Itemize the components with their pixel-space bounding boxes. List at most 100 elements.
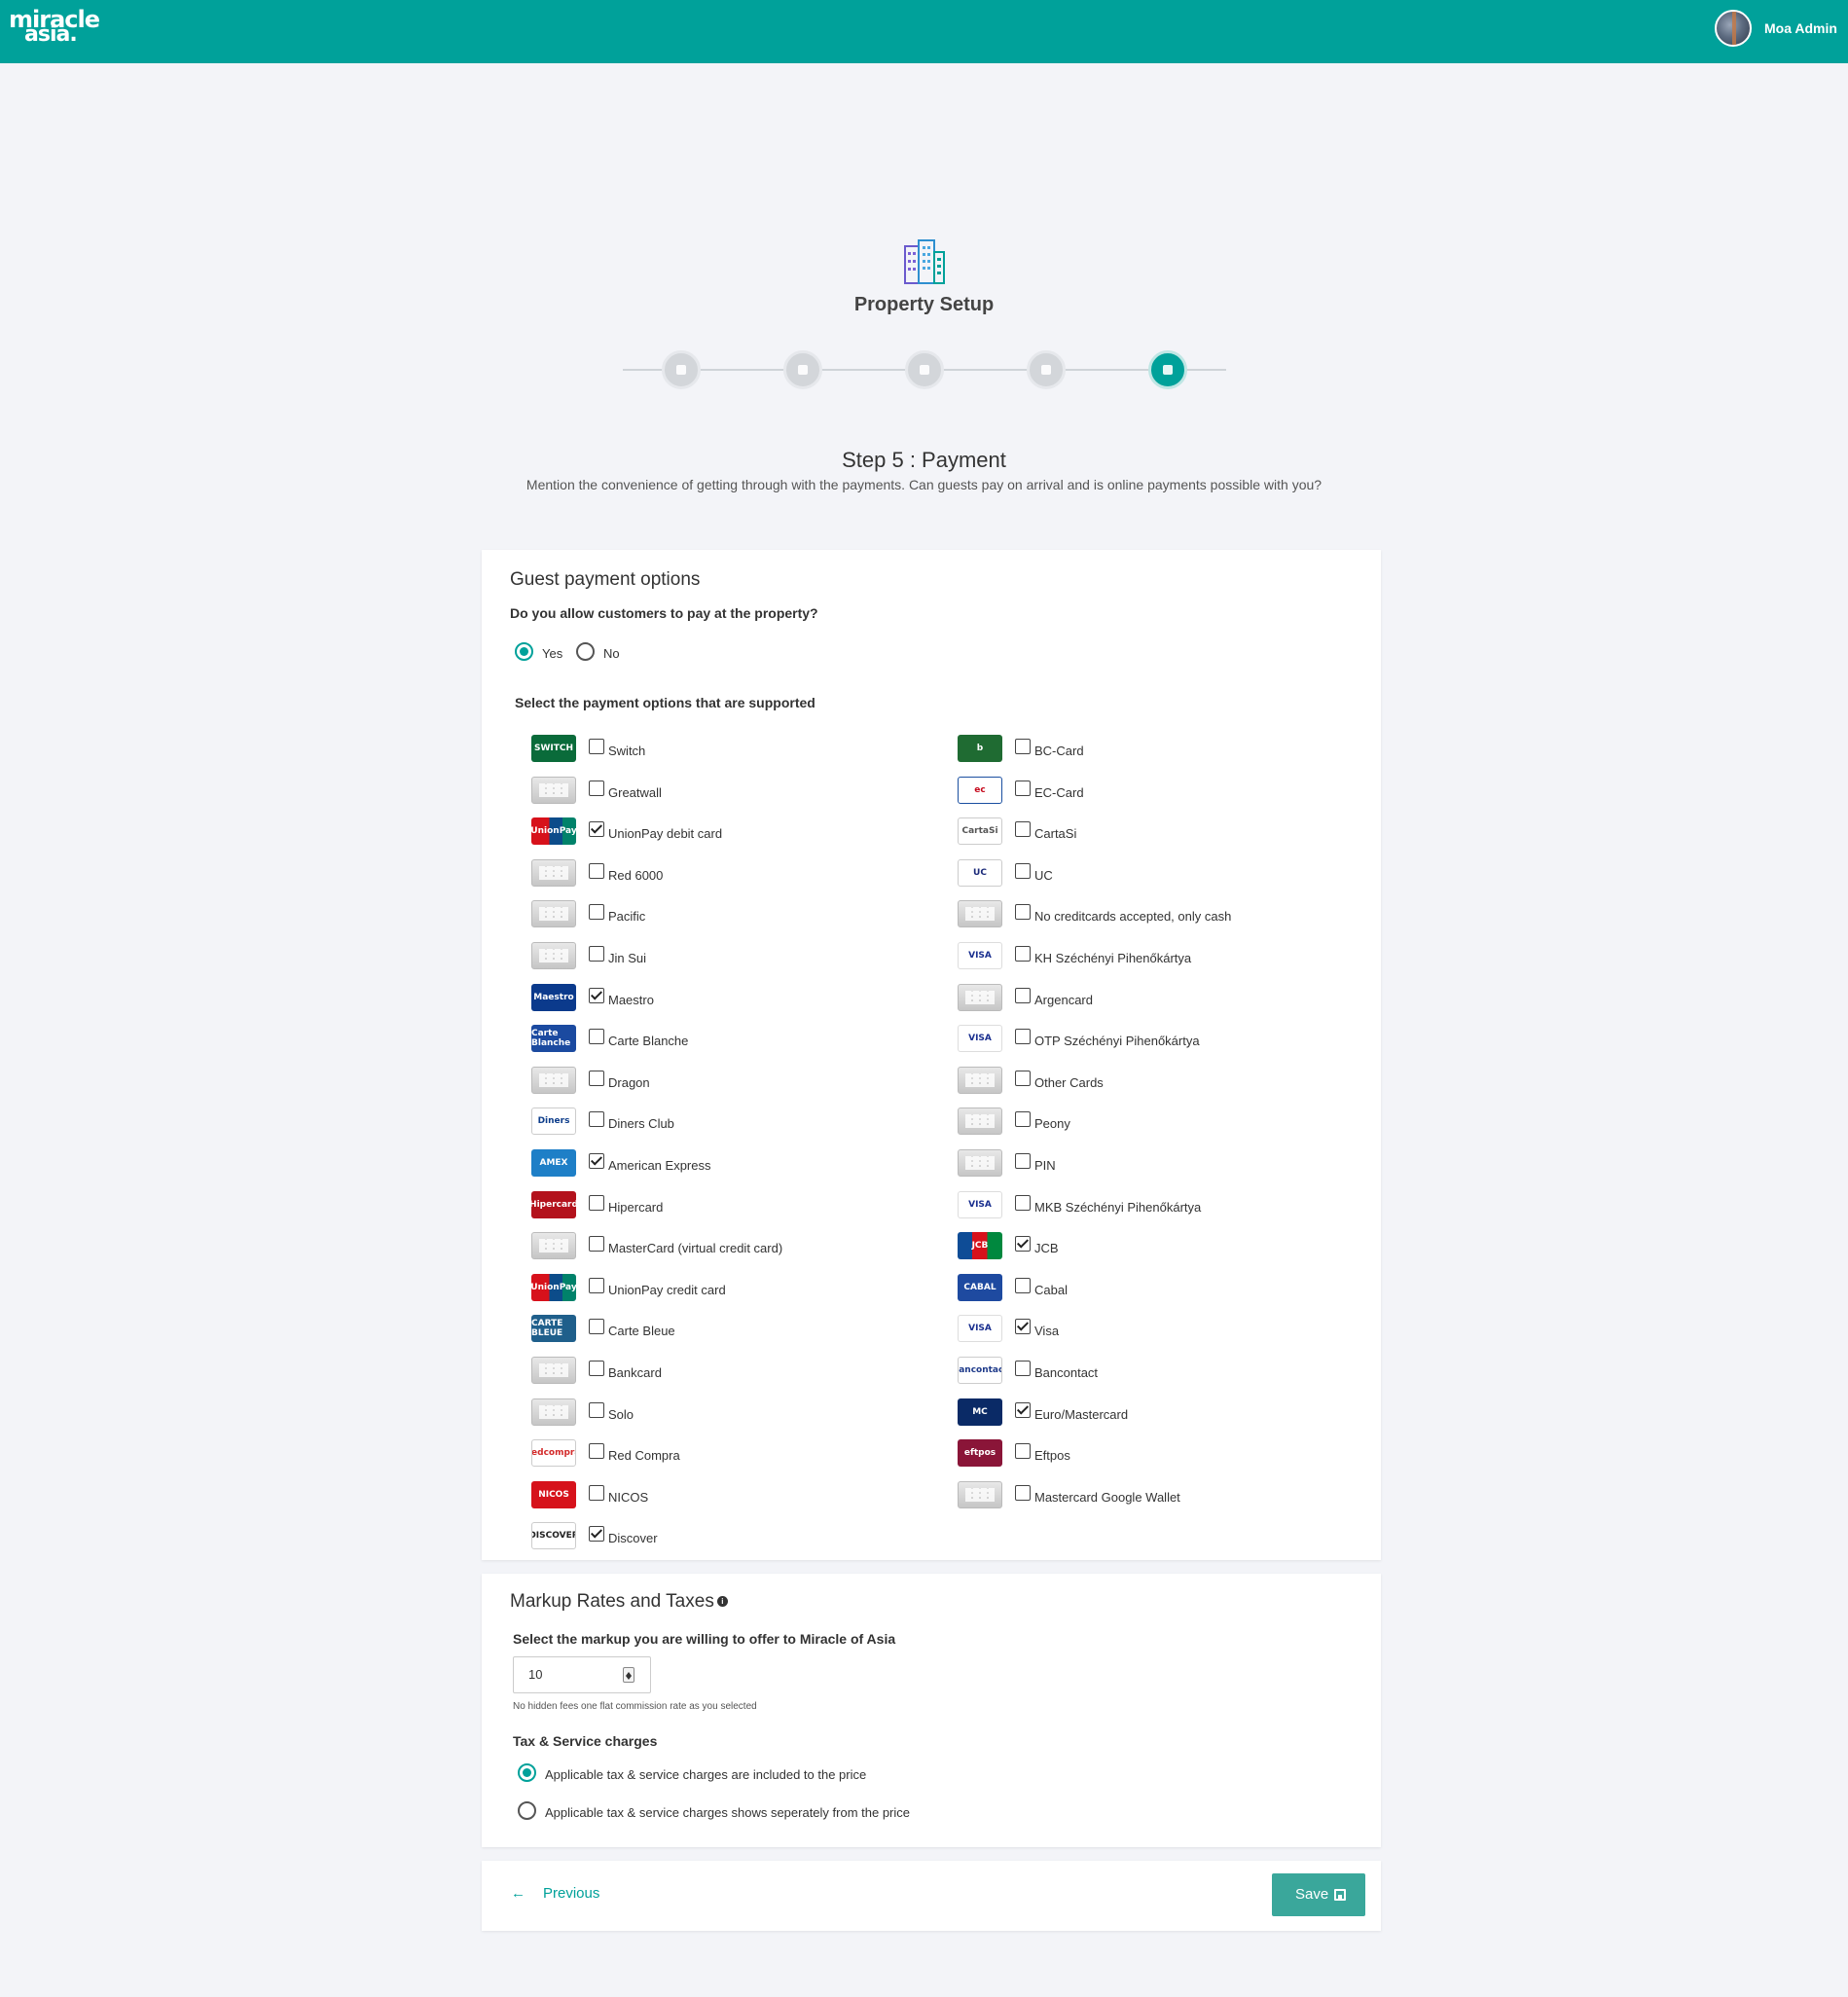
payment-option-checkbox[interactable] (589, 1236, 604, 1253)
payment-option-checkbox[interactable] (1015, 1443, 1031, 1460)
payment-option-checkbox[interactable] (1015, 1484, 1031, 1501)
payment-option-checkbox[interactable] (589, 1277, 604, 1293)
payment-option-row[interactable]: eftpos Eftpos (958, 1439, 1366, 1469)
payment-option-row[interactable]: UnionPay UnionPay credit card (531, 1273, 940, 1303)
payment-option-row[interactable]: Greatwall (531, 776, 940, 806)
payment-option-checkbox[interactable] (1015, 987, 1031, 1003)
save-button[interactable]: Save (1272, 1873, 1365, 1916)
payment-option-row[interactable]: UC UC (958, 858, 1366, 889)
brand-logo[interactable]: miracle asia. (9, 8, 100, 46)
step-1-indicator[interactable] (662, 350, 701, 389)
payment-option-row[interactable]: VISA OTP Széchényi Pihenőkártya (958, 1025, 1366, 1054)
payment-option-checkbox[interactable] (589, 739, 604, 754)
payment-option-checkbox[interactable] (1015, 1401, 1031, 1418)
payment-option-row[interactable]: CartaSi CartaSi (958, 817, 1366, 847)
payment-option-checkbox[interactable] (1015, 1319, 1031, 1335)
payment-option-row[interactable]: Hipercard Hipercard (531, 1190, 940, 1220)
step-4-indicator[interactable] (1027, 350, 1066, 389)
payment-option-row[interactable]: Carte Blanche Carte Blanche (531, 1025, 940, 1054)
payment-option-row[interactable]: No creditcards accepted, only cash (958, 900, 1366, 929)
payment-option-checkbox[interactable] (589, 987, 604, 1003)
payment-option-row[interactable]: UnionPay UnionPay debit card (531, 817, 940, 847)
payment-option-row[interactable]: VISA KH Széchényi Pihenőkártya (958, 942, 1366, 971)
payment-option-row[interactable]: VISA Visa (958, 1315, 1366, 1344)
payment-option-checkbox[interactable] (589, 1194, 604, 1211)
payment-option-row[interactable]: MasterCard (virtual credit card) (531, 1232, 940, 1261)
payment-option-row[interactable]: Maestro Maestro (531, 983, 940, 1013)
step-2-indicator[interactable] (783, 350, 822, 389)
payment-option-row[interactable]: MC Euro/Mastercard (958, 1398, 1366, 1428)
payment-option-checkbox[interactable] (589, 1443, 604, 1460)
payment-option-row[interactable]: Other Cards (958, 1066, 1366, 1096)
payment-option-row[interactable]: Peony (958, 1107, 1366, 1137)
payment-option-row[interactable]: Solo (531, 1398, 940, 1428)
payment-option-row[interactable]: AMEX American Express (531, 1149, 940, 1179)
payment-option-checkbox[interactable] (1015, 1361, 1031, 1376)
payment-option-row[interactable]: VISA MKB Széchényi Pihenőkártya (958, 1190, 1366, 1220)
payment-option-row[interactable]: Bancontact Bancontact (958, 1357, 1366, 1386)
payment-option-row[interactable]: Pacific (531, 900, 940, 929)
payment-option-row[interactable]: Diners Diners Club (531, 1107, 940, 1137)
payment-option-label: Pacific (608, 909, 646, 925)
payment-option-row[interactable]: Red 6000 (531, 858, 940, 889)
step-5-indicator[interactable] (1148, 350, 1187, 389)
payment-option-row[interactable]: Bankcard (531, 1357, 940, 1386)
step-3-indicator[interactable] (905, 350, 944, 389)
payment-option-label: NICOS (608, 1489, 649, 1505)
generic-card-icon (531, 900, 576, 928)
payment-option-row[interactable]: JCB JCB (958, 1232, 1366, 1261)
payment-option-checkbox[interactable] (589, 1070, 604, 1086)
payment-option-checkbox[interactable] (589, 1029, 604, 1045)
payment-option-checkbox[interactable] (1015, 1194, 1031, 1211)
payment-option-checkbox[interactable] (589, 862, 604, 879)
payment-option-checkbox[interactable] (1015, 1277, 1031, 1293)
payment-option-row[interactable]: CARTE BLEUE Carte Bleue (531, 1315, 940, 1344)
payment-option-checkbox[interactable] (1015, 946, 1031, 962)
tax-included-radio[interactable] (518, 1763, 536, 1782)
payment-option-checkbox[interactable] (1015, 1029, 1031, 1045)
payment-option-row[interactable]: Dragon (531, 1066, 940, 1096)
chat-icon (676, 365, 686, 375)
payment-option-checkbox[interactable] (589, 946, 604, 962)
payment-option-checkbox[interactable] (1015, 904, 1031, 921)
user-name[interactable]: Moa Admin (1764, 20, 1837, 36)
pay-at-property-no-radio[interactable] (576, 642, 595, 661)
payment-option-row[interactable]: Argencard (958, 983, 1366, 1013)
number-spinner[interactable] (623, 1667, 634, 1683)
markup-number-input[interactable]: 10 (513, 1656, 651, 1693)
pay-at-property-yes-radio[interactable] (515, 642, 533, 661)
payment-option-checkbox[interactable] (1015, 862, 1031, 879)
payment-option-row[interactable]: SWITCH Switch (531, 735, 940, 764)
payment-option-row[interactable]: DISCOVER Discover (531, 1522, 940, 1551)
payment-option-checkbox[interactable] (589, 904, 604, 921)
payment-option-checkbox[interactable] (1015, 1070, 1031, 1086)
payment-option-checkbox[interactable] (589, 1401, 604, 1418)
tax-separate-radio[interactable] (518, 1801, 536, 1820)
unionpay-logo-icon: UnionPay (531, 1273, 576, 1301)
payment-option-checkbox[interactable] (1015, 1236, 1031, 1253)
previous-button[interactable]: ← Previous (511, 1885, 599, 1902)
payment-option-row[interactable]: PIN (958, 1149, 1366, 1179)
payment-option-checkbox[interactable] (589, 1526, 604, 1543)
payment-option-row[interactable]: NICOS NICOS (531, 1480, 940, 1510)
payment-option-checkbox[interactable] (1015, 1153, 1031, 1169)
payment-option-checkbox[interactable] (1015, 821, 1031, 838)
payment-option-checkbox[interactable] (1015, 739, 1031, 754)
payment-option-checkbox[interactable] (589, 1361, 604, 1376)
payment-option-checkbox[interactable] (1015, 780, 1031, 796)
payment-option-checkbox[interactable] (589, 1153, 604, 1169)
payment-option-row[interactable]: Jin Sui (531, 942, 940, 971)
payment-option-checkbox[interactable] (589, 1111, 604, 1128)
user-avatar[interactable] (1715, 10, 1752, 47)
payment-option-checkbox[interactable] (589, 780, 604, 796)
payment-option-checkbox[interactable] (589, 1484, 604, 1501)
payment-option-row[interactable]: ec EC-Card (958, 776, 1366, 806)
payment-option-checkbox[interactable] (1015, 1111, 1031, 1128)
payment-option-row[interactable]: Mastercard Google Wallet (958, 1480, 1366, 1510)
payment-option-checkbox[interactable] (589, 821, 604, 838)
payment-option-row[interactable]: CABAL Cabal (958, 1273, 1366, 1303)
payment-option-checkbox[interactable] (589, 1319, 604, 1335)
payment-option-row[interactable]: redcompra Red Compra (531, 1439, 940, 1469)
info-icon[interactable]: i (716, 1596, 728, 1608)
payment-option-row[interactable]: b BC-Card (958, 735, 1366, 764)
